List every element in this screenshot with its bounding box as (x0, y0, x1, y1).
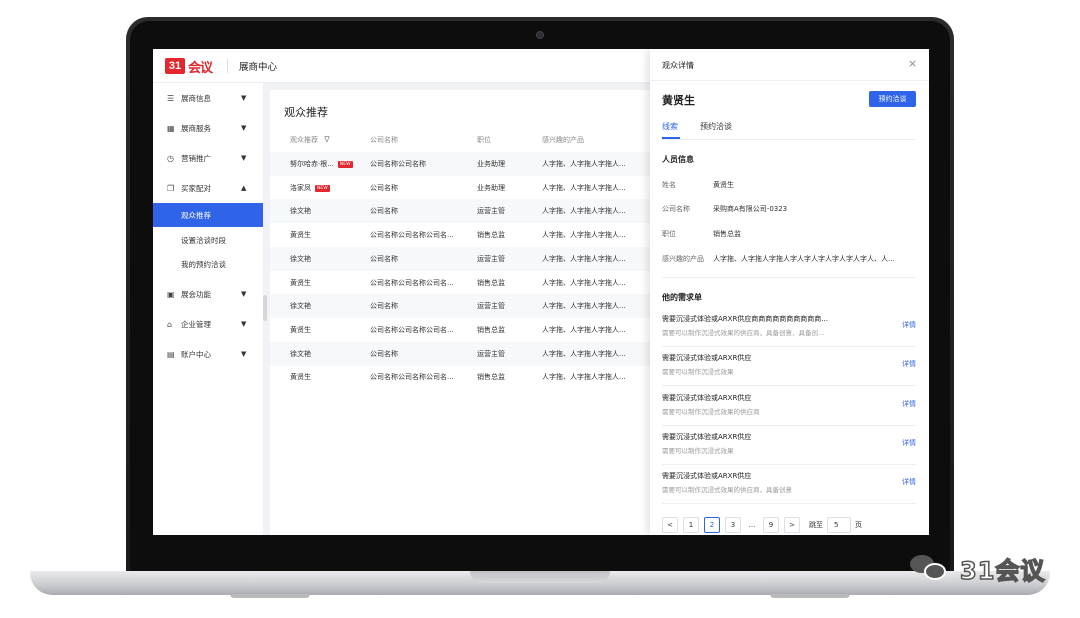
page-button[interactable]: 1 (683, 517, 699, 533)
need-description: 需要可以制作沉浸式效果的供应商 (662, 407, 760, 416)
page-title: 展商中心 (239, 62, 278, 73)
need-item: 需要沉浸式体验或ARXR供应商商商商商商商商商商... 需要可以制作沉浸式效果的供… (662, 308, 916, 347)
pagination: <1 2 3... 9 > 跳至 5 页 (662, 517, 866, 533)
laptop-notch (470, 571, 610, 583)
laptop-scene: 31 会议 展商中心 ☰ 展商信息 ▼ ▦ 展商服务 ▼ ◷ 营销推广 ▼ ❐ 买家配对 ▲ ▣ 展会功能… (0, 0, 1080, 618)
need-description: 需要可以制作沉浸式效果的供应商，具备创意 (662, 486, 792, 495)
page-suffix: 页 (855, 521, 862, 529)
book-meeting-button[interactable]: 预约洽谈 (869, 91, 916, 107)
divider (662, 277, 916, 278)
info-label: 公司名称 (662, 205, 690, 213)
detail-link[interactable]: 详情 (902, 359, 916, 369)
page-button[interactable]: 3 (725, 517, 741, 533)
need-description: 需要可以制作沉浸式效果 (662, 368, 734, 377)
logo[interactable]: 31 会议 (165, 57, 213, 76)
need-title: 需要沉浸式体验或ARXR供应 (662, 354, 752, 363)
drawer-header: 观众详情 × (650, 49, 929, 81)
info-value: 销售总监 (713, 230, 741, 238)
tab-leads[interactable]: 线索 (662, 121, 678, 132)
goto-page-input[interactable]: 5 (827, 517, 851, 533)
laptop-foot (230, 594, 310, 598)
goto-label: 跳至 (809, 521, 823, 529)
logo-mark: 31 (165, 58, 185, 74)
tab-active-indicator (662, 137, 680, 139)
laptop-foot (770, 594, 850, 598)
needs-section-title: 他的需求单 (662, 293, 702, 302)
need-title: 需要沉浸式体验或ARXR供应 (662, 472, 752, 481)
close-icon[interactable]: × (908, 57, 917, 70)
info-label: 姓名 (662, 181, 676, 189)
detail-link[interactable]: 详情 (902, 399, 916, 409)
tab-divider (662, 139, 916, 140)
info-value: 黄贤生 (713, 181, 734, 189)
wechat-icon (910, 553, 950, 583)
need-description: 需要可以制作沉浸式效果的供应商，具备创意、具备创... (662, 329, 825, 337)
need-title: 需要沉浸式体验或ARXR供应 (662, 393, 752, 402)
drawer-title: 观众详情 (662, 61, 694, 70)
page-button[interactable]: 9 (763, 517, 779, 533)
watermark-text: 31会议 (959, 556, 1046, 586)
need-description: 需要可以制作沉浸式效果 (662, 446, 734, 455)
detail-link[interactable]: 详情 (902, 438, 916, 448)
need-item: 需要沉浸式体验或ARXR供应 需要可以制作沉浸式效果的供应商 详情 (662, 387, 916, 426)
need-item: 需要沉浸式体验或ARXR供应需要可以制作沉浸式效果的供应商，具备创意 详情 (662, 465, 916, 505)
info-section-title: 人员信息 (662, 155, 694, 164)
page-button[interactable]: 2 (704, 517, 720, 533)
info-value: 人字拖、人字拖人字拖人字人字人字人字人字人字人、人... (713, 255, 895, 263)
app-screen: 31 会议 展商中心 ☰ 展商信息 ▼ ▦ 展商服务 ▼ ◷ 营销推广 ▼ ❐ 买家配对 ▲ ▣ 展会功能… (153, 49, 929, 535)
next-page-button[interactable]: > (784, 517, 800, 533)
webcam-icon (536, 31, 544, 39)
prev-page-button[interactable]: < (662, 517, 678, 533)
watermark: 31会议 (910, 548, 1045, 588)
info-value: 采购商A有限公司-0323 (713, 205, 788, 213)
divider (227, 59, 228, 73)
person-name: 黄贤生 (662, 94, 695, 107)
audience-detail-drawer: 观众详情 × 黄贤生 预约洽谈 线索 预约洽谈 人员信息 姓名 黄贤生 公司名称… (650, 49, 929, 535)
detail-link[interactable]: 详情 (902, 477, 916, 487)
need-item: 需要沉浸式体验或ARXR供应 需要可以制作沉浸式效果 详情 (662, 426, 916, 465)
info-label: 感兴趣的产品 (662, 255, 704, 263)
need-title: 需要沉浸式体验或ARXR供应商商商商商商商商商商... (662, 315, 828, 323)
logo-text: 会议 (188, 60, 213, 76)
overlay-mask[interactable] (153, 83, 650, 535)
detail-link[interactable]: 详情 (902, 320, 916, 330)
page-ellipsis: ... (748, 521, 756, 529)
need-item: 需要沉浸式体验或ARXR供应 需要可以制作沉浸式效果 详情 (662, 347, 916, 387)
need-title: 需要沉浸式体验或ARXR供应 (662, 432, 752, 441)
tab-meetings[interactable]: 预约洽谈 (700, 121, 732, 132)
info-label: 职位 (662, 230, 676, 238)
